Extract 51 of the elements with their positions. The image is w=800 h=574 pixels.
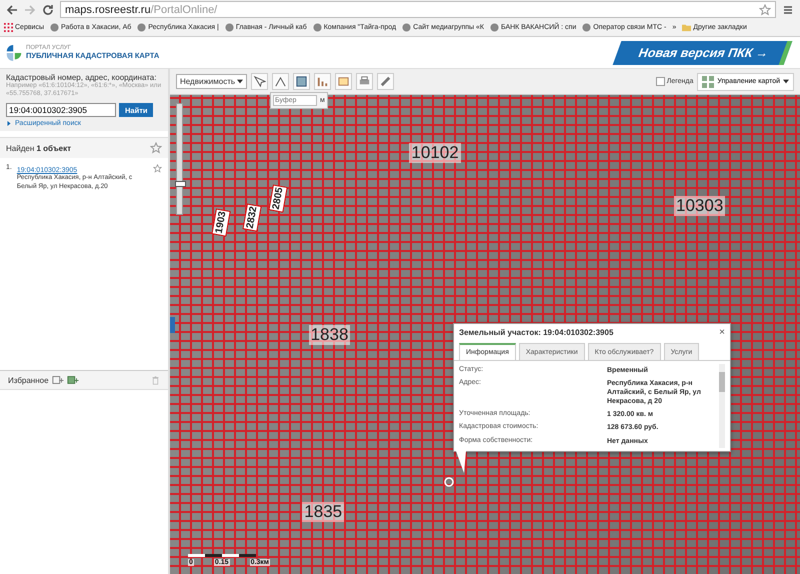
favorites-label: Избранное xyxy=(8,376,49,385)
cadastral-map-drawing[interactable] xyxy=(170,95,800,574)
folder-icon xyxy=(682,23,692,32)
parcel-number-label: 1903 xyxy=(211,208,231,236)
reload-icon[interactable] xyxy=(42,4,54,16)
link-icon[interactable] xyxy=(377,73,394,90)
new-version-link[interactable]: Новая версия ПКК → xyxy=(613,40,792,64)
site-icon xyxy=(402,23,412,32)
parcel-number-label: 10303 xyxy=(674,196,726,216)
popup-pointer xyxy=(456,450,466,473)
site-icon xyxy=(224,23,234,32)
site-icon xyxy=(137,23,146,32)
add-favorite-icon[interactable] xyxy=(66,374,79,386)
portal-logo-icon xyxy=(6,44,22,62)
site-icon xyxy=(582,23,592,32)
star-icon[interactable] xyxy=(759,4,771,16)
scrollbar[interactable] xyxy=(719,364,725,448)
table-tool-icon[interactable] xyxy=(335,73,352,90)
caret-icon xyxy=(237,79,244,84)
star-icon[interactable] xyxy=(150,142,162,154)
expand-arrow-icon xyxy=(6,121,12,126)
parcel-number-label: 1838 xyxy=(308,324,350,345)
search-field[interactable]: 19:04:0010302:3905 xyxy=(6,103,116,118)
zoom-slider-handle[interactable] xyxy=(175,181,186,187)
collapse-panel-handle[interactable] xyxy=(170,317,175,333)
layer-dropdown[interactable]: Недвижимость xyxy=(176,74,248,89)
print-icon[interactable] xyxy=(356,73,374,90)
parcel-number-label: 10102 xyxy=(409,142,461,163)
parcel-number-label: 1835 xyxy=(302,502,344,522)
grid-icon xyxy=(702,76,714,88)
bar-tool-icon[interactable] xyxy=(314,73,332,90)
results-heading: Найден 1 объект xyxy=(6,144,72,153)
site-icon xyxy=(490,23,499,32)
parcel-number-label: 2805 xyxy=(268,184,288,213)
add-favorite-icon[interactable] xyxy=(52,374,64,386)
parcel-number-label: 2832 xyxy=(242,203,262,232)
star-icon[interactable] xyxy=(153,164,162,174)
address-bar[interactable]: maps.rosreestr.ru/PortalOnline/ xyxy=(60,1,776,18)
site-icon xyxy=(50,23,60,32)
measure-tool-icon[interactable] xyxy=(272,73,290,90)
apps-grid-icon xyxy=(4,23,13,32)
select-tool-icon[interactable] xyxy=(251,73,268,90)
menu-icon[interactable] xyxy=(782,4,794,16)
info-tool-icon[interactable] xyxy=(293,73,310,90)
site-icon xyxy=(312,23,322,32)
close-button[interactable]: × xyxy=(719,327,725,338)
popup-title: Земельный участок: 19:04:010302:3905 xyxy=(459,328,614,337)
back-icon[interactable] xyxy=(6,4,18,16)
search-label: Кадастровый номер, адрес, координата: xyxy=(6,73,158,82)
caret-icon xyxy=(783,79,789,84)
location-marker-icon xyxy=(443,476,455,488)
